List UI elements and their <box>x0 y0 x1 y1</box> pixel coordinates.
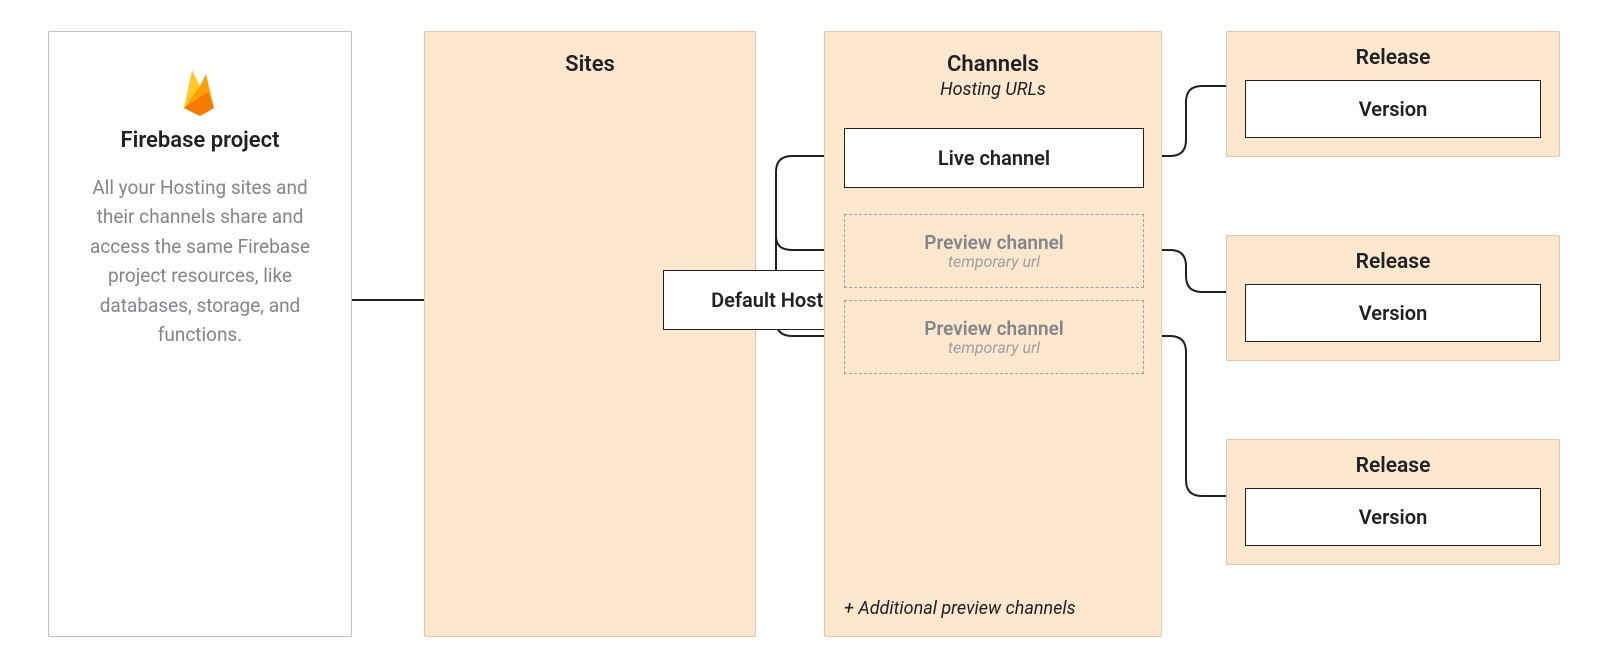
diagram-canvas: Firebase project All your Hosting sites … <box>0 0 1600 668</box>
release-card-3: Release Version <box>1226 439 1560 565</box>
project-description: All your Hosting sites and their channel… <box>75 173 325 350</box>
firebase-project-card: Firebase project All your Hosting sites … <box>48 31 352 637</box>
sites-title: Sites <box>425 52 755 77</box>
live-channel: Live channel <box>844 128 1144 188</box>
channels-title: Channels <box>845 52 1141 77</box>
preview-channel-2-sub: temporary url <box>948 338 1040 357</box>
release-card-2: Release Version <box>1226 235 1560 361</box>
release-2-title: Release <box>1245 250 1541 274</box>
release-1-version: Version <box>1245 80 1541 138</box>
preview-channel-2: Preview channel temporary url <box>844 300 1144 374</box>
firebase-logo-icon <box>75 64 325 122</box>
sites-column: Sites <box>424 31 756 637</box>
release-3-version: Version <box>1245 488 1541 546</box>
project-title: Firebase project <box>75 128 325 153</box>
release-1-title: Release <box>1245 46 1541 70</box>
preview-channel-1-label: Preview channel <box>924 231 1064 254</box>
preview-channel-1-sub: temporary url <box>948 252 1040 271</box>
release-2-version: Version <box>1245 284 1541 342</box>
channels-subtitle: Hosting URLs <box>845 79 1141 100</box>
additional-channels-note: + Additional preview channels <box>844 598 1076 619</box>
release-3-title: Release <box>1245 454 1541 478</box>
preview-channel-1: Preview channel temporary url <box>844 214 1144 288</box>
release-card-1: Release Version <box>1226 31 1560 157</box>
preview-channel-2-label: Preview channel <box>924 317 1064 340</box>
